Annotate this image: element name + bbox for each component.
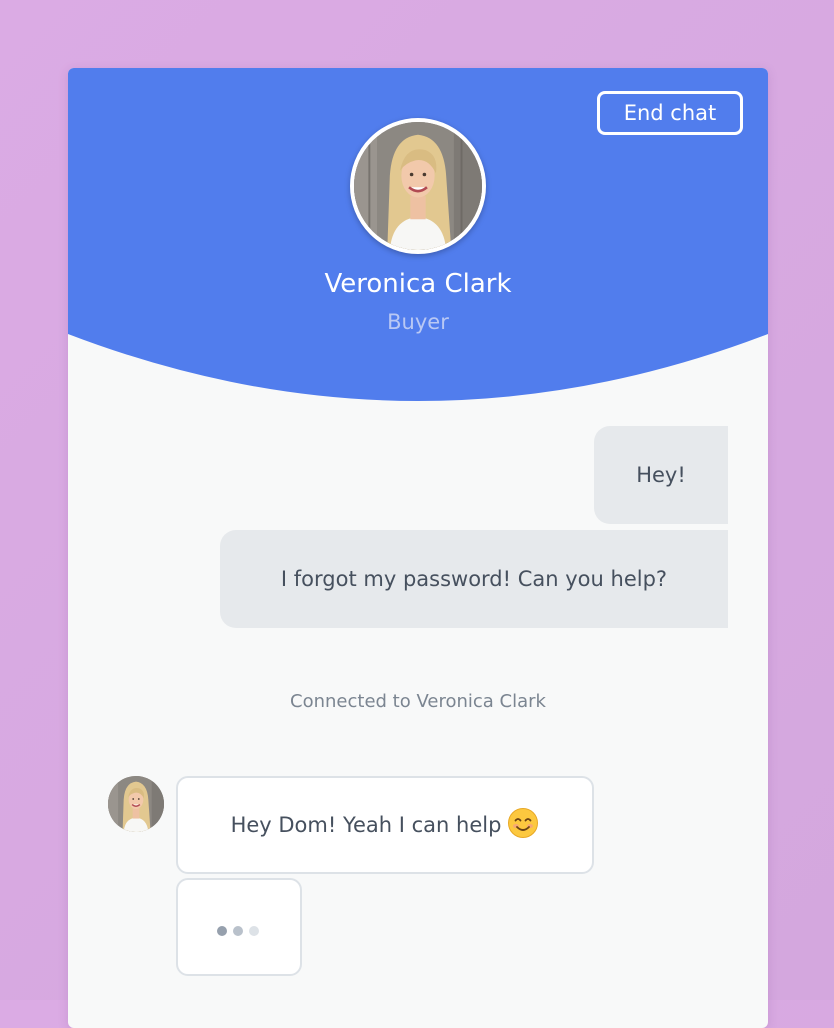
agent-avatar-small xyxy=(108,776,164,832)
end-chat-button[interactable]: End chat xyxy=(597,91,743,135)
outgoing-message: I forgot my password! Can you help? xyxy=(220,530,728,628)
typing-dot xyxy=(249,926,259,936)
outgoing-message: Hey! xyxy=(594,426,728,524)
typing-indicator xyxy=(176,878,302,976)
typing-dot xyxy=(217,926,227,936)
incoming-message: Hey Dom! Yeah I can help xyxy=(176,776,594,874)
chat-window: End chat Veronica Clark Buyer Hey! I for… xyxy=(68,68,768,1028)
agent-role: Buyer xyxy=(387,310,449,334)
incoming-message-text: Hey Dom! Yeah I can help xyxy=(230,813,502,837)
connection-status: Connected to Veronica Clark xyxy=(290,691,546,712)
smiling-face-icon xyxy=(508,808,539,838)
agent-avatar xyxy=(350,118,486,254)
typing-dot xyxy=(233,926,243,936)
agent-name: Veronica Clark xyxy=(324,269,512,299)
